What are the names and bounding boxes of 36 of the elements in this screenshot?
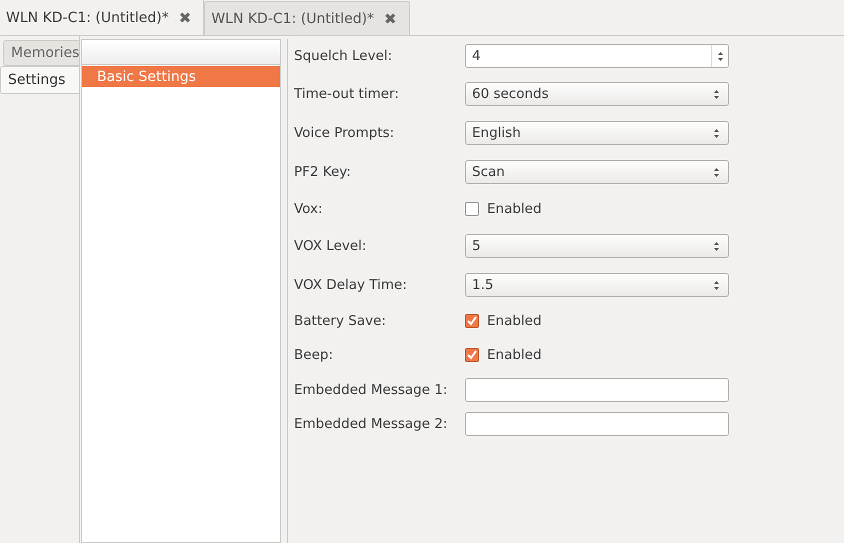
close-icon[interactable]: ✖ <box>178 9 192 27</box>
input-field[interactable] <box>465 378 729 402</box>
close-icon[interactable]: ✖ <box>384 10 397 28</box>
spin-arrows-icon <box>713 280 720 290</box>
field-label: VOX Delay Time: <box>294 277 408 293</box>
side-tab[interactable]: Memories <box>3 40 79 66</box>
spin-arrows-icon <box>713 128 720 138</box>
checkbox[interactable] <box>465 314 479 328</box>
field-label: Embedded Message 1: <box>294 382 448 398</box>
field-label: Battery Save: <box>294 313 387 329</box>
field-label: Beep: <box>294 347 334 363</box>
spin-arrows-icon <box>713 240 720 252</box>
spin-arrows-icon <box>713 88 720 100</box>
field-label: Squelch Level: <box>294 48 394 64</box>
field-label: Time-out timer: <box>294 86 400 102</box>
field-label: Voice Prompts: <box>294 125 396 141</box>
field-label: PF2 Key: <box>294 164 352 180</box>
dropdown[interactable]: Scan <box>465 160 729 184</box>
checkbox-label[interactable]: Enabled <box>487 201 542 217</box>
checkbox[interactable] <box>465 202 479 216</box>
field-label: Vox: <box>294 201 324 217</box>
dropdown[interactable]: 60 seconds <box>465 82 729 106</box>
spin-arrows-icon <box>713 166 720 178</box>
checkbox-label[interactable]: Enabled <box>487 347 542 363</box>
spin-arrows-icon <box>716 50 724 62</box>
dropdown[interactable]: 1.5 <box>465 273 729 297</box>
field-label: VOX Level: <box>294 238 368 254</box>
checkbox-label[interactable]: Enabled <box>487 313 542 329</box>
document-tab[interactable]: WLN KD-C1: (Untitled)* ✖ <box>204 1 410 35</box>
input-field[interactable] <box>465 412 729 436</box>
dropdown[interactable]: 5 <box>465 234 729 258</box>
spin-field[interactable]: 4 <box>465 44 729 68</box>
field-label: Embedded Message 2: <box>294 416 448 432</box>
side-tab[interactable]: Settings <box>0 66 79 94</box>
dropdown[interactable]: English <box>465 121 729 145</box>
checkbox[interactable] <box>465 348 479 362</box>
